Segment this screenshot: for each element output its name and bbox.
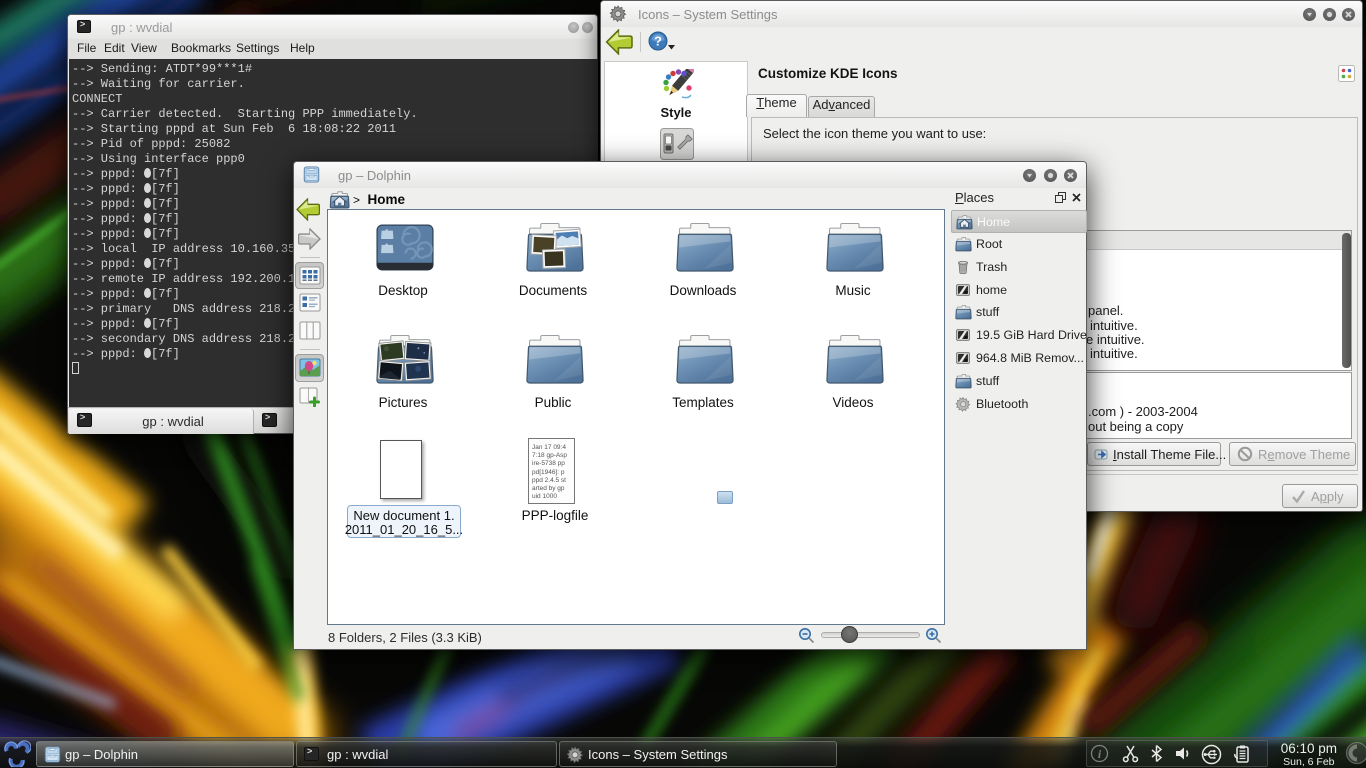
svg-text:i: i (1098, 747, 1102, 761)
